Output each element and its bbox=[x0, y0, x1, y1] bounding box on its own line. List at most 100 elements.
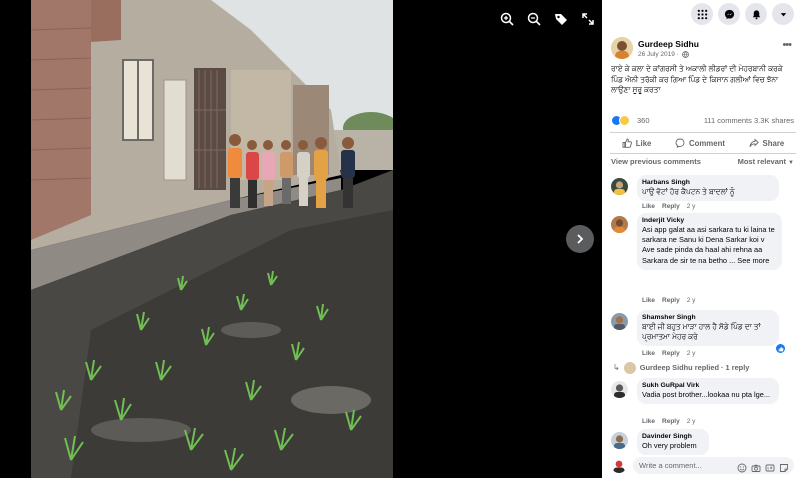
comments-toolbar: View previous comments Most relevant ▼ bbox=[611, 157, 794, 169]
fullscreen-button[interactable] bbox=[577, 8, 598, 29]
author-avatar[interactable] bbox=[611, 37, 633, 59]
comment-bubble: Shamsher Singh ਬਾਈ ਜੀ ਬਹੁਤ ਮਾੜਾ ਹਾਲ ਹੈ ਸ… bbox=[637, 310, 779, 347]
zoom-in-icon bbox=[500, 12, 514, 26]
commenter-name[interactable]: Harbans Singh bbox=[642, 178, 773, 187]
comment-bubble: Harbans Singh ਪਾਉ ਵੋਟਾਂ ਹੋਰ ਕੈਪਟਨ ਤੇ ਬਾਦ… bbox=[637, 175, 779, 202]
comment-meta: Like Reply 2 y bbox=[642, 418, 695, 425]
share-arrow-icon bbox=[749, 138, 759, 148]
comment-reply-link[interactable]: Reply bbox=[662, 297, 680, 304]
comment-text: Vadia post brother...lookaa nu pta lge..… bbox=[642, 390, 771, 399]
comment-time[interactable]: 2 y bbox=[687, 418, 696, 425]
sticker-icon bbox=[780, 464, 788, 472]
post-text: ਰਾਏ ਕੇ ਕਲਾ ਦੇ ਕਾਂਗਰਸੀ ਤੇ ਅਕਾਲੀ ਲੀਡਰਾਂ ਦੀ… bbox=[611, 64, 783, 95]
zoom-out-icon bbox=[527, 12, 541, 26]
account-caret-icon bbox=[780, 12, 786, 16]
comment-text: ਬਾਈ ਜੀ ਬਹੁਤ ਮਾੜਾ ਹਾਲ ਹੈ ਸੋਡੇ ਪਿੰਡ ਦਾ ਤਾਂ… bbox=[642, 322, 761, 342]
comment-bubble: Inderjit Vicky Asi app galat aa asi sark… bbox=[637, 213, 782, 270]
comment-label: Comment bbox=[688, 138, 725, 148]
chevron-right-icon bbox=[577, 234, 584, 244]
like-label: Like bbox=[635, 138, 652, 148]
zoom-out-button[interactable] bbox=[523, 8, 544, 29]
reaction-count: 360 bbox=[637, 116, 650, 125]
comment-meta: Like Reply 2 y bbox=[642, 350, 695, 357]
thumbs-up-icon bbox=[778, 346, 783, 351]
reaction-summary[interactable]: 360 111 comments 3.3K shares bbox=[611, 115, 794, 127]
commenter-avatar[interactable] bbox=[611, 432, 628, 449]
gif-icon bbox=[765, 464, 775, 472]
comment-like-link[interactable]: Like bbox=[642, 350, 655, 357]
messenger-icon bbox=[724, 9, 734, 19]
comment-text: ਪਾਉ ਵੋਟਾਂ ਹੋਰ ਕੈਪਟਨ ਤੇ ਬਾਦਲਾਂ ਨੂੰ bbox=[642, 187, 735, 196]
comment-sort-dropdown[interactable]: Most relevant ▼ bbox=[738, 157, 794, 166]
photo-viewer bbox=[0, 0, 602, 478]
comment-meta: Like Reply 2 y bbox=[642, 203, 695, 210]
sticker-button[interactable] bbox=[779, 460, 789, 472]
write-comment-area: Write a comment... bbox=[611, 457, 794, 475]
write-comment-placeholder: Write a comment... bbox=[639, 461, 702, 470]
current-user-avatar[interactable] bbox=[611, 457, 627, 473]
author-name[interactable]: Gurdeep Sidhu bbox=[638, 39, 699, 49]
commenter-name[interactable]: Davinder Singh bbox=[642, 432, 703, 441]
haha-reaction-icon bbox=[619, 115, 630, 126]
view-previous-comments-link[interactable]: View previous comments bbox=[611, 157, 701, 166]
thumbs-up-icon bbox=[622, 138, 632, 148]
post-date[interactable]: 26 July 2019 · bbox=[638, 51, 689, 58]
chevron-down-icon: ▼ bbox=[788, 160, 794, 166]
account-button[interactable] bbox=[772, 3, 794, 25]
post-header: Gurdeep Sidhu 26 July 2019 · ••• bbox=[611, 37, 797, 61]
reply-arrow-icon: ↳ bbox=[613, 363, 620, 372]
post-actions: Like Comment Share bbox=[610, 132, 796, 154]
comment-bubble: Davinder Singh Oh very problem bbox=[637, 429, 709, 456]
gif-button[interactable] bbox=[765, 460, 775, 472]
top-navigation bbox=[691, 3, 794, 25]
commenter-avatar[interactable] bbox=[611, 313, 628, 330]
comment-like-link[interactable]: Like bbox=[642, 297, 655, 304]
comment-time[interactable]: 2 y bbox=[687, 203, 696, 210]
commenter-avatar[interactable] bbox=[611, 178, 628, 195]
share-label: Share bbox=[762, 138, 785, 148]
comment-text: Asi app galat aa asi sarkara tu ki laina… bbox=[642, 225, 775, 265]
commenter-name[interactable]: Sukh GuRpal Virk bbox=[642, 381, 773, 390]
comment-time[interactable]: 2 y bbox=[687, 350, 696, 357]
zoom-in-button[interactable] bbox=[496, 8, 517, 29]
like-button[interactable]: Like bbox=[622, 138, 652, 148]
post-side-panel: Gurdeep Sidhu 26 July 2019 · ••• ਰਾਏ ਕੇ … bbox=[602, 0, 800, 478]
comment-text: Oh very problem bbox=[642, 441, 697, 450]
comment-bubble: Sukh GuRpal Virk Vadia post brother...lo… bbox=[637, 378, 779, 405]
reaction-icons bbox=[611, 115, 630, 126]
commenter-name[interactable]: Shamsher Singh bbox=[642, 313, 773, 322]
comment-like-badge[interactable] bbox=[775, 343, 786, 354]
comment-reply-link[interactable]: Reply bbox=[662, 350, 680, 357]
comment-like-link[interactable]: Like bbox=[642, 203, 655, 210]
post-date-text: 26 July 2019 · bbox=[638, 51, 679, 58]
comment-like-link[interactable]: Like bbox=[642, 418, 655, 425]
share-button[interactable]: Share bbox=[749, 138, 785, 148]
commenter-avatar[interactable] bbox=[611, 381, 628, 398]
notifications-button[interactable] bbox=[745, 3, 767, 25]
comment-reply-link[interactable]: Reply bbox=[662, 203, 680, 210]
comment-input-tools bbox=[737, 460, 789, 473]
post-options-icon[interactable]: ••• bbox=[782, 39, 792, 51]
tag-icon bbox=[554, 13, 567, 25]
comment-bubble-icon bbox=[675, 138, 685, 148]
camera-icon bbox=[751, 464, 761, 472]
replier-avatar bbox=[623, 361, 636, 374]
next-photo-button[interactable] bbox=[566, 225, 594, 253]
menu-button[interactable] bbox=[691, 3, 713, 25]
emoji-icon bbox=[737, 463, 747, 473]
comment-time[interactable]: 2 y bbox=[687, 297, 696, 304]
tag-button[interactable] bbox=[550, 8, 571, 29]
commenter-avatar[interactable] bbox=[611, 216, 628, 233]
commenter-name[interactable]: Inderjit Vicky bbox=[642, 216, 776, 225]
comment-reply-link[interactable]: Reply bbox=[662, 418, 680, 425]
messenger-button[interactable] bbox=[718, 3, 740, 25]
reply-summary-text: Gurdeep Sidhu replied · 1 reply bbox=[639, 363, 750, 372]
view-replies-link[interactable]: ↳ Gurdeep Sidhu replied · 1 reply bbox=[613, 361, 797, 374]
emoji-button[interactable] bbox=[737, 460, 747, 473]
comment-sort-label: Most relevant bbox=[737, 157, 786, 166]
comment-meta: Like Reply 2 y bbox=[642, 297, 695, 304]
notifications-bell-icon bbox=[752, 9, 760, 19]
comment-share-stats[interactable]: 111 comments 3.3K shares bbox=[704, 116, 794, 125]
comment-button[interactable]: Comment bbox=[675, 138, 725, 148]
camera-button[interactable] bbox=[751, 460, 761, 472]
